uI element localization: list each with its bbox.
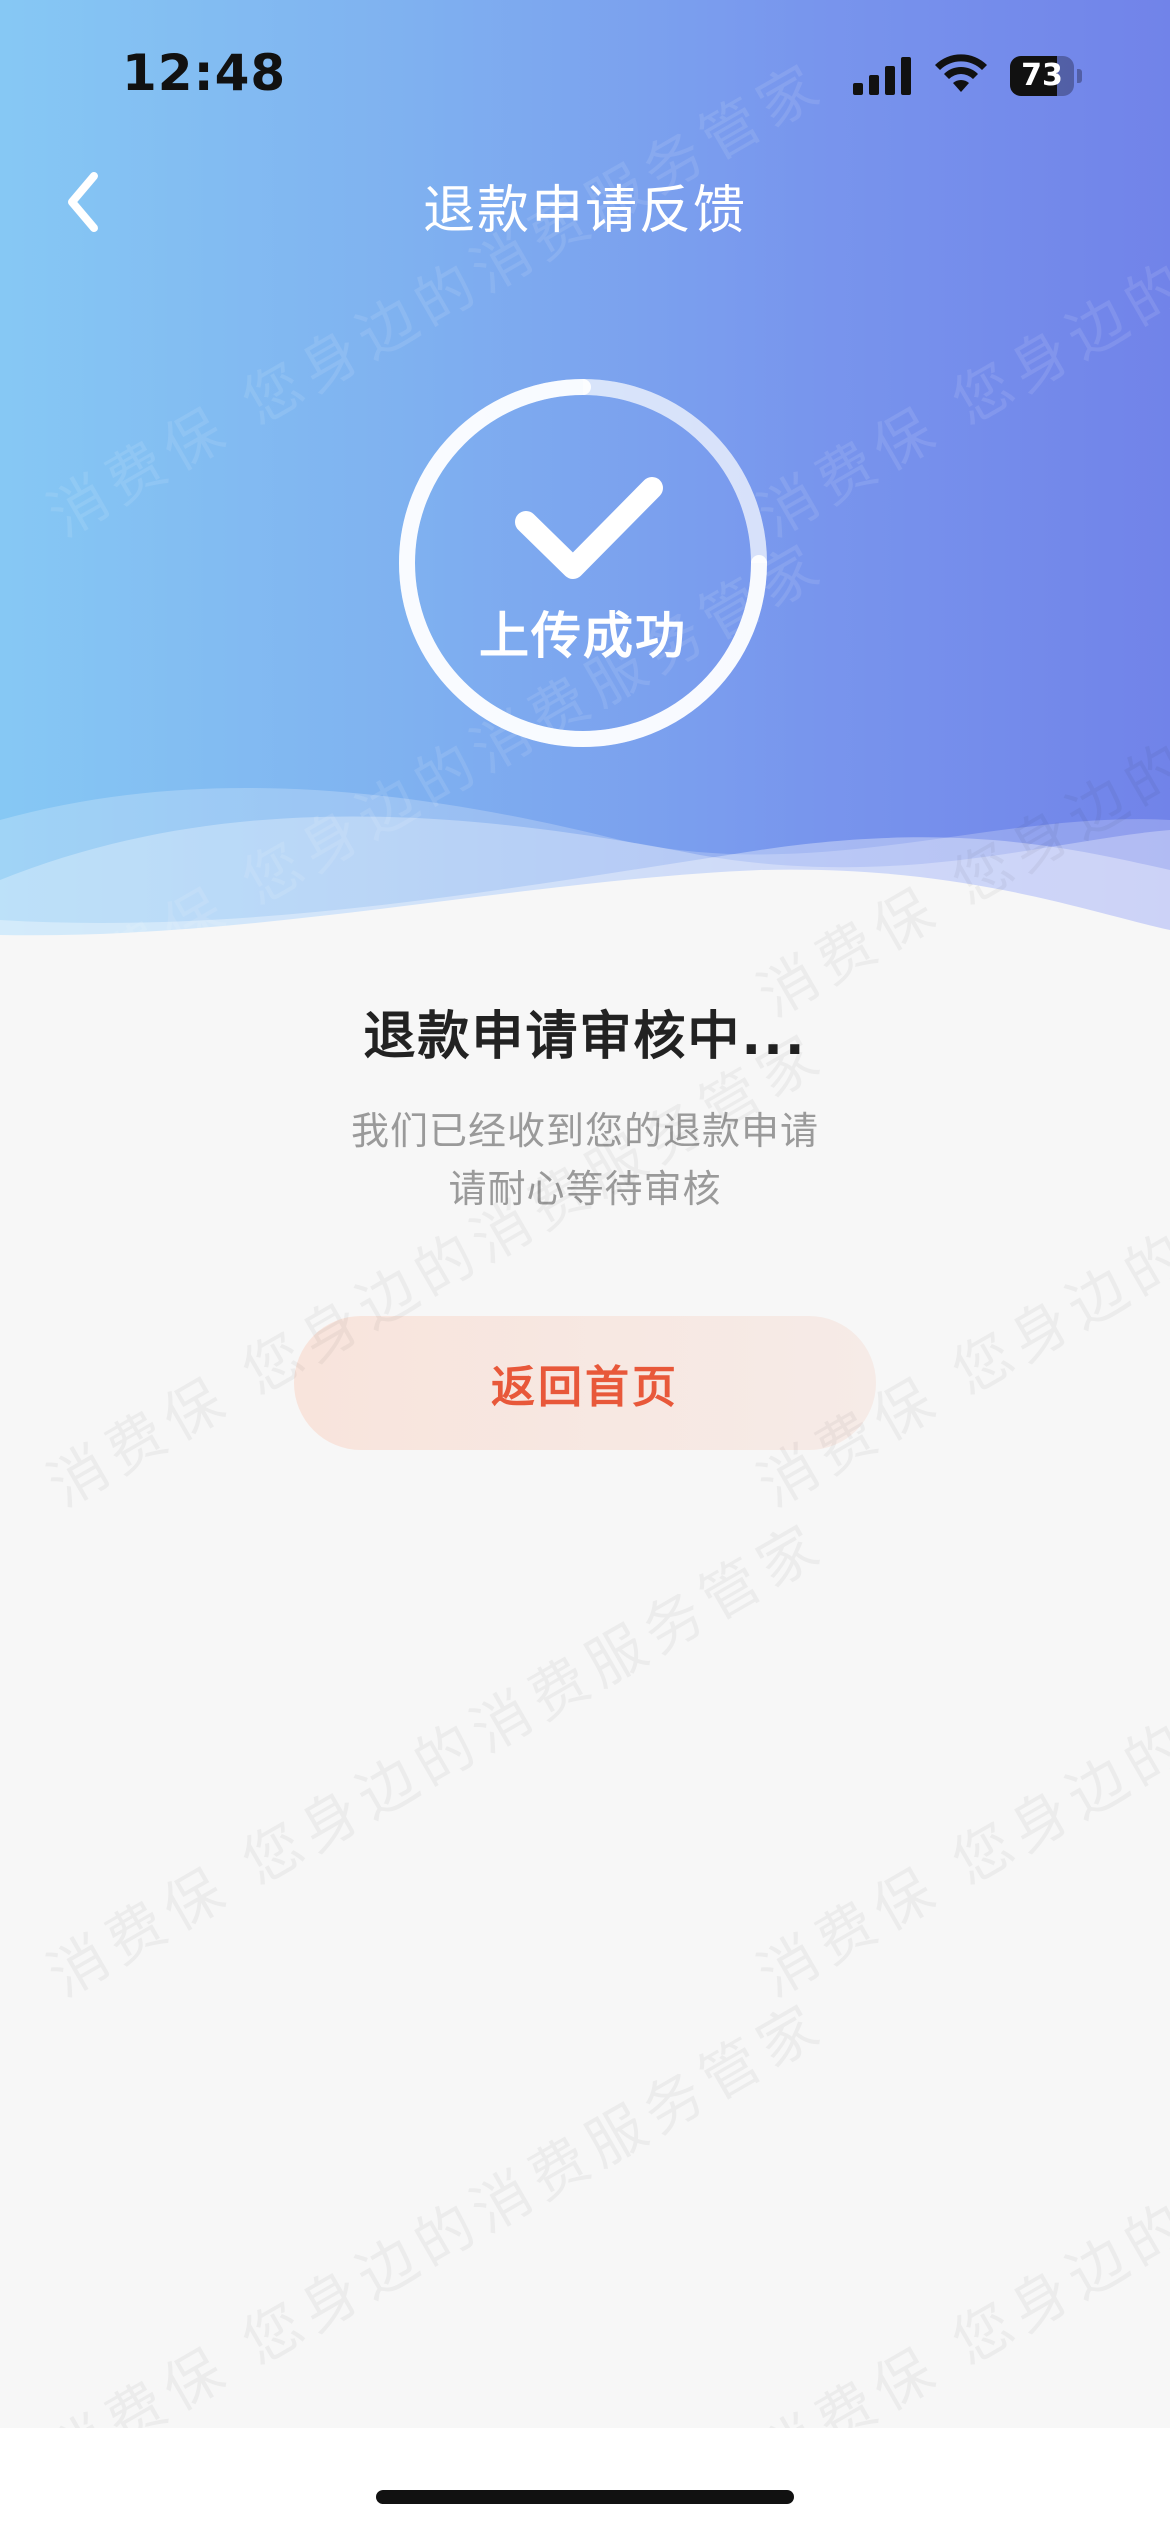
battery-icon: 73 (1010, 56, 1084, 96)
back-to-home-label: 返回首页 (491, 1362, 679, 1413)
review-status-desc-line2: 请耐心等待审核 (448, 1167, 722, 1211)
status-time: 12:48 (122, 44, 287, 102)
home-indicator[interactable] (376, 2490, 794, 2504)
upload-success-label: 上传成功 (479, 607, 687, 665)
watermark-text: 消费保 您身边的消费服务管家 (740, 1498, 1170, 2013)
bottom-safe-area (0, 2428, 1170, 2532)
battery-level: 73 (1021, 58, 1063, 93)
watermark-text: 消费保 您身边的消费服务管家 (30, 1978, 838, 2493)
page-title: 退款申请反馈 (422, 181, 747, 241)
review-status-desc-line1: 我们已经收到您的退款申请 (350, 1109, 819, 1153)
wave-decoration (0, 788, 1170, 960)
signal-icon (853, 57, 911, 95)
refund-feedback-page: 12:48 73 退款申请反馈 上传成功 退款申请审核中... 我们已经收到您的… (0, 0, 1170, 2532)
check-icon (515, 477, 663, 579)
back-to-home-button[interactable]: 返回首页 (294, 1316, 876, 1450)
review-status-title: 退款申请审核中... (363, 1007, 807, 1067)
status-bar: 12:48 73 (0, 0, 1170, 150)
upload-success-badge: 上传成功 (396, 376, 770, 750)
wifi-icon (935, 54, 987, 92)
watermark-text: 消费保 您身边的消费服务管家 (30, 1498, 838, 2013)
watermark-text: 消费保 您身边的消费服务管家 (740, 1978, 1170, 2493)
